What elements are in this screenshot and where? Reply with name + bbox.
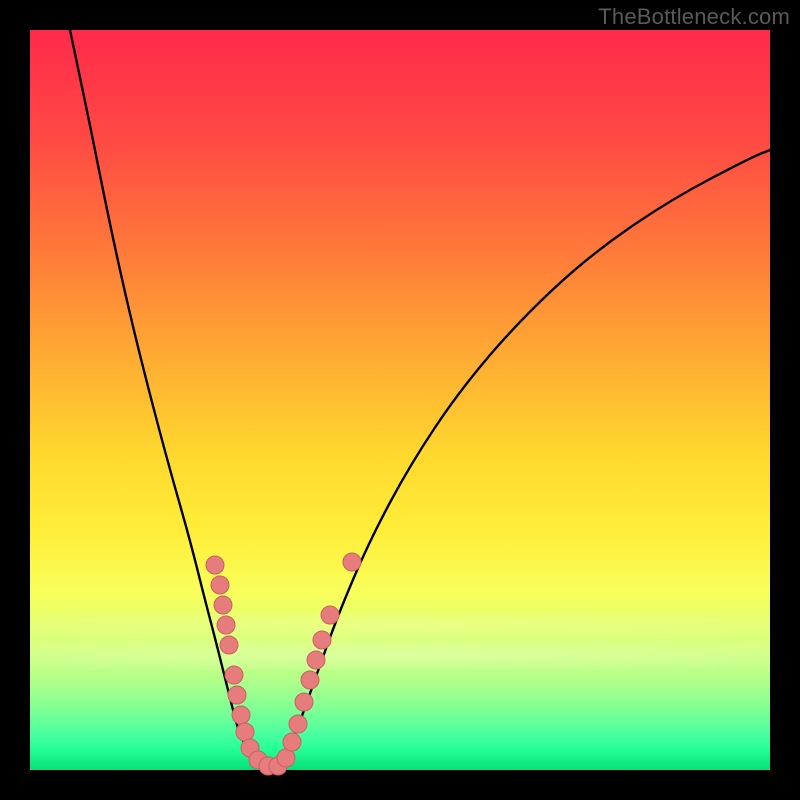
- highlight-dot: [214, 596, 232, 614]
- highlight-dot: [220, 636, 238, 654]
- highlight-dot: [228, 686, 246, 704]
- highlight-dot: [313, 631, 331, 649]
- highlight-dot: [277, 749, 295, 767]
- highlight-dot: [283, 733, 301, 751]
- highlight-dot: [206, 556, 224, 574]
- highlight-dot: [343, 553, 361, 571]
- highlight-dot: [289, 715, 307, 733]
- highlight-dot: [225, 666, 243, 684]
- chart-frame: TheBottleneck.com: [0, 0, 800, 800]
- highlight-dot: [211, 576, 229, 594]
- highlight-dot: [295, 693, 313, 711]
- curve-left-branch: [70, 30, 270, 768]
- highlight-dot: [307, 651, 325, 669]
- highlight-dot: [232, 706, 250, 724]
- highlight-dots-group: [206, 553, 361, 775]
- chart-svg: [30, 30, 770, 770]
- highlight-dot: [321, 606, 339, 624]
- highlight-dot: [301, 671, 319, 689]
- highlight-dot: [236, 723, 254, 741]
- highlight-dot: [217, 616, 235, 634]
- watermark-text: TheBottleneck.com: [598, 4, 790, 30]
- curve-right-branch: [270, 150, 770, 768]
